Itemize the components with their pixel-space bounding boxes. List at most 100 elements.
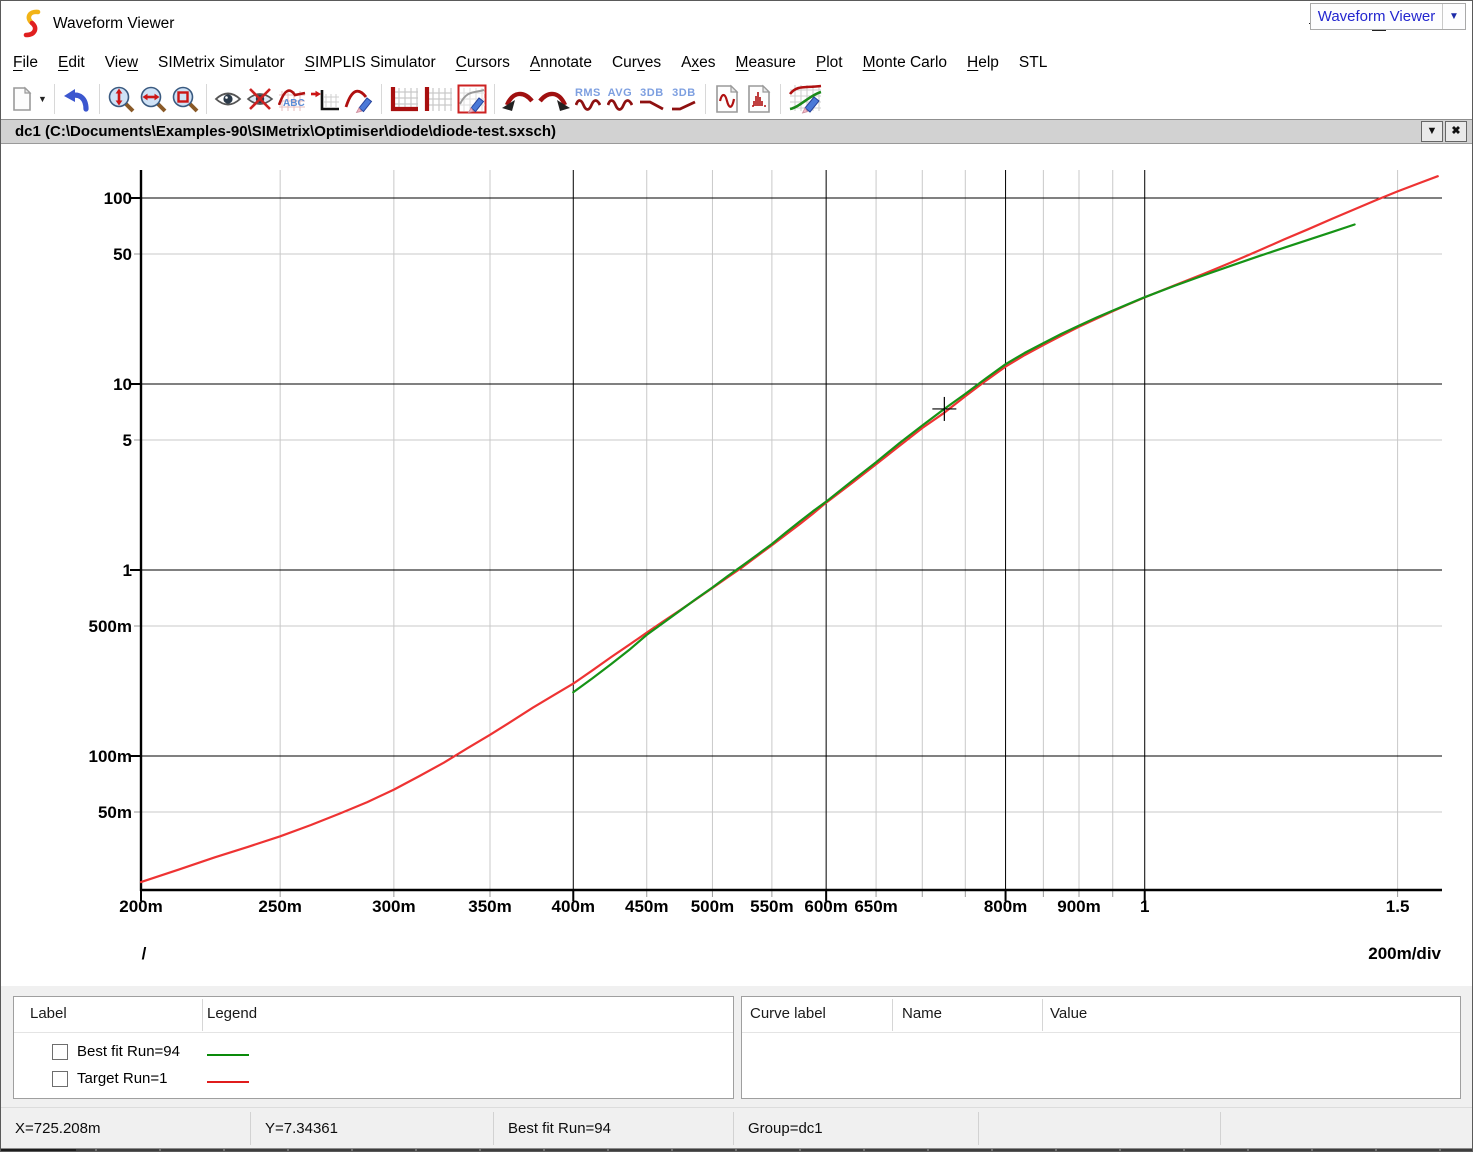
tab-list-dropdown-button[interactable]: ▼: [1421, 121, 1443, 142]
x-tick-label: 1.5: [1386, 897, 1410, 916]
zoom-horizontal-icon: [139, 85, 167, 113]
y-tick-label: 500m: [89, 617, 132, 636]
menu-view[interactable]: View: [95, 54, 148, 72]
db3-highpass-button[interactable]: 3DB: [668, 82, 700, 116]
waveform-plot[interactable]: 200m250m300m350m400m450m500m550m600m650m…: [1, 144, 1473, 986]
x-tick-label: 200m: [119, 897, 162, 916]
reduce-curve-right-button[interactable]: [536, 82, 572, 116]
combo-dropdown-icon[interactable]: ▼: [1443, 11, 1465, 22]
edit-graph-button[interactable]: [455, 82, 489, 116]
x-tick-label: 1: [1140, 897, 1149, 916]
undo-button[interactable]: [60, 82, 94, 116]
x-tick-label: 450m: [625, 897, 668, 916]
curve-label-icon: ABC: [278, 85, 306, 113]
graph-tab[interactable]: dc1 (C:\Documents\Examples-90\SIMetrix\O…: [15, 123, 556, 140]
app-logo-icon: [21, 9, 43, 39]
x-tick-label: 650m: [854, 897, 897, 916]
menu-edit[interactable]: Edit: [48, 54, 95, 72]
status-field-1: Y=7.34361: [251, 1112, 494, 1145]
plot-waveform-doc-button[interactable]: [711, 82, 743, 116]
db3-lowpass-button[interactable]: 3DB: [636, 82, 668, 116]
db3-label: 3DB: [672, 88, 696, 99]
zoom-box-icon: [171, 85, 199, 113]
menu-file[interactable]: File: [3, 54, 48, 72]
x-tick-label: 350m: [468, 897, 511, 916]
menu-bar: FileEditViewSIMetrix SimulatorSIMPLIS Si…: [1, 46, 1472, 79]
legend-checkbox[interactable]: [52, 1071, 68, 1087]
document-sine-icon: [714, 84, 740, 114]
menu-help[interactable]: Help: [957, 54, 1009, 72]
plot-fft-doc-button[interactable]: [743, 82, 775, 116]
x-axis-label: /: [142, 944, 147, 963]
legend-curve-label[interactable]: Best fit Run=94: [77, 1043, 180, 1060]
zoom-rect-button[interactable]: [169, 82, 201, 116]
sine-wave-icon: [575, 99, 601, 111]
grid-divider-icon: [423, 85, 453, 113]
y-tick-label: 1: [123, 561, 132, 580]
legend-line-sample: [207, 1054, 249, 1056]
hide-curve-button[interactable]: [244, 82, 276, 116]
legend-panel-header: Label Legend: [14, 997, 733, 1033]
menu-curves[interactable]: Curves: [602, 54, 671, 72]
svg-text:ABC: ABC: [283, 98, 305, 109]
status-bar: X=725.208mY=7.34361Best fit Run=94Group=…: [1, 1107, 1472, 1148]
edit-curve-button[interactable]: [342, 82, 376, 116]
menu-annotate[interactable]: Annotate: [520, 54, 602, 72]
status-field-5: [1221, 1112, 1473, 1145]
menu-monte-carlo[interactable]: Monte Carlo: [853, 54, 957, 72]
cursor-values-panel: Curve label Name Value: [741, 996, 1461, 1099]
x-axis-per-div-label: 200m/div: [1368, 944, 1441, 963]
curve-best-fit-run-94[interactable]: [573, 225, 1354, 693]
status-field-3: Group=dc1: [734, 1112, 979, 1145]
legend-curve-label[interactable]: Target Run=1: [77, 1070, 167, 1087]
menu-stl[interactable]: STL: [1009, 54, 1057, 72]
y-tick-label: 100m: [89, 747, 132, 766]
add-grid-button[interactable]: [421, 82, 455, 116]
reduce-curve-left-button[interactable]: [500, 82, 536, 116]
viewer-mode-value: Waveform Viewer: [1311, 8, 1442, 25]
rms-label: RMS: [575, 88, 601, 99]
rms-button[interactable]: RMS: [572, 82, 604, 116]
legend-checkbox[interactable]: [52, 1044, 68, 1060]
tab-close-button[interactable]: ✖: [1445, 121, 1467, 142]
add-axis-button[interactable]: [387, 82, 421, 116]
edit-curves-button[interactable]: [786, 82, 824, 116]
show-curve-button[interactable]: [212, 82, 244, 116]
zoom-y-button[interactable]: [105, 82, 137, 116]
menu-axes[interactable]: Axes: [671, 54, 725, 72]
zoom-x-button[interactable]: [137, 82, 169, 116]
menu-measure[interactable]: Measure: [726, 54, 806, 72]
x-tick-label: 550m: [750, 897, 793, 916]
x-tick-label: 500m: [691, 897, 734, 916]
db3-label: 3DB: [640, 88, 664, 99]
status-field-4: [979, 1112, 1221, 1145]
waveform-viewer-window: Waveform Viewer ✕ FileEditViewSIMetrix S…: [0, 0, 1473, 1152]
plot-area[interactable]: 200m250m300m350m400m450m500m550m600m650m…: [1, 144, 1473, 986]
viewer-mode-combo[interactable]: Waveform Viewer ▼: [1310, 3, 1466, 30]
curve-arrow-right-icon: [538, 85, 570, 113]
x-tick-label: 400m: [552, 897, 595, 916]
x-tick-label: 600m: [804, 897, 847, 916]
curve-pencil-icon: [344, 85, 374, 113]
document-fft-icon: [746, 84, 772, 114]
axis-grid-icon: [389, 85, 419, 113]
sine-wave-icon: [607, 99, 633, 111]
eye-icon: [214, 85, 242, 113]
new-graph-button[interactable]: ▼: [7, 82, 49, 116]
menu-simetrix-simulator[interactable]: SIMetrix Simulator: [148, 54, 295, 72]
avg-button[interactable]: AVG: [604, 82, 636, 116]
x-tick-label: 900m: [1057, 897, 1100, 916]
legend-line-sample: [207, 1081, 249, 1083]
y-tick-label: 50m: [98, 803, 132, 822]
x-tick-label: 300m: [372, 897, 415, 916]
move-curve-axis-button[interactable]: [308, 82, 342, 116]
values-panel-header: Curve label Name Value: [742, 997, 1460, 1033]
legend-panel: Label Legend Best fit Run=94 Target Run=1: [13, 996, 734, 1099]
new-graph-dropdown-icon[interactable]: ▼: [38, 94, 47, 104]
graph-tab-bar: dc1 (C:\Documents\Examples-90\SIMetrix\O…: [1, 119, 1472, 144]
values-col-value: Value: [1050, 1005, 1087, 1022]
annotate-curve-button[interactable]: ABC: [276, 82, 308, 116]
menu-plot[interactable]: Plot: [806, 54, 853, 72]
menu-simplis-simulator[interactable]: SIMPLIS Simulator: [295, 54, 446, 72]
menu-cursors[interactable]: Cursors: [446, 54, 520, 72]
